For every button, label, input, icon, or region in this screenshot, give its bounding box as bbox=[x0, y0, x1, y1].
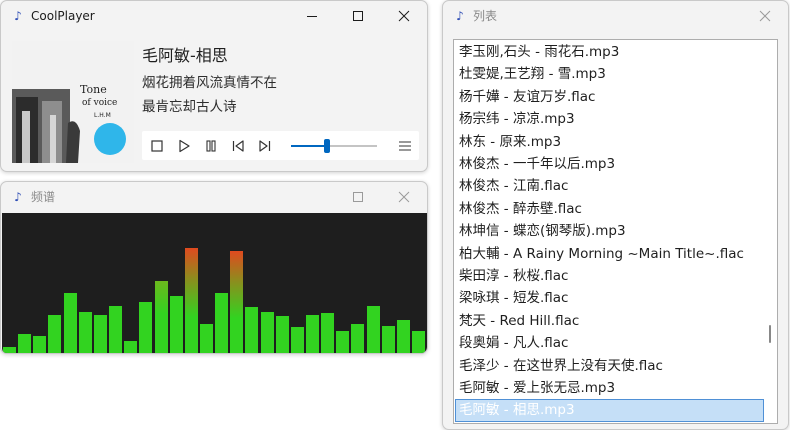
play-button[interactable] bbox=[171, 131, 197, 160]
playlist-item[interactable]: 杜雯媞,王艺翔 - 雪.mp3 bbox=[455, 63, 764, 85]
spectrum-bar bbox=[306, 315, 319, 353]
playback-controls bbox=[142, 131, 419, 160]
hamburger-menu-icon bbox=[399, 141, 411, 151]
spectrum-bar bbox=[351, 324, 365, 353]
spectrum-bar bbox=[230, 251, 244, 353]
spectrum-bar bbox=[3, 347, 16, 353]
playlist-item[interactable]: 柏大輔 - A Rainy Morning ~Main Title~.flac bbox=[455, 243, 764, 265]
playlist-item-selected[interactable]: 毛阿敏 - 相思.mp3 bbox=[455, 399, 764, 422]
next-icon bbox=[259, 140, 271, 152]
spectrum-bar bbox=[321, 313, 335, 353]
spectrum-bar bbox=[412, 331, 426, 353]
music-note-icon: ♪ bbox=[14, 9, 22, 23]
song-title: 毛阿敏-相思 bbox=[142, 46, 228, 65]
seek-fill bbox=[291, 145, 328, 147]
maximize-icon bbox=[353, 11, 363, 21]
previous-icon bbox=[232, 140, 244, 152]
spectrum-bar bbox=[93, 315, 107, 353]
previous-button[interactable] bbox=[225, 131, 251, 160]
scrollbar-thumb[interactable] bbox=[769, 324, 771, 343]
pause-icon bbox=[206, 140, 216, 152]
playlist-item[interactable]: 毛阿敏 - 爱上张无忌.mp3 bbox=[455, 377, 764, 399]
spectrum-bar bbox=[124, 341, 138, 353]
playlist-list[interactable]: 李玉刚,石头 - 雨花石.mp3 杜雯媞,王艺翔 - 雪.mp3 杨千嬅 - 友谊万… bbox=[453, 39, 778, 424]
playlist-item[interactable]: 杨千嬅 - 友谊万岁.flac bbox=[455, 86, 764, 108]
spectrum-bar bbox=[260, 312, 274, 353]
playlist-scrollbar[interactable] bbox=[764, 40, 777, 423]
spectrum-bar bbox=[169, 296, 183, 353]
stop-icon bbox=[151, 140, 163, 152]
spectrum-bar bbox=[154, 281, 168, 353]
cover-text-2: of voice bbox=[82, 98, 117, 108]
player-titlebar[interactable]: ♪ CoolPlayer bbox=[1, 1, 427, 31]
close-icon bbox=[398, 10, 410, 22]
spectrum-bar bbox=[139, 302, 153, 353]
album-cover: Tone of voice L.H.M bbox=[12, 41, 134, 163]
play-icon bbox=[179, 139, 190, 153]
spectrum-visualizer bbox=[2, 213, 427, 353]
playlist-titlebar[interactable]: ♪ 列表 bbox=[443, 1, 788, 31]
spectrum-bar bbox=[48, 315, 62, 353]
spectrum-bar bbox=[109, 306, 123, 353]
menu-button[interactable] bbox=[392, 131, 418, 160]
playlist-item[interactable]: 林坤信 - 蝶恋(钢琴版).mp3 bbox=[455, 220, 764, 242]
seek-thumb[interactable] bbox=[324, 139, 331, 153]
playlist-item[interactable]: 柴田淳 - 秋桜.flac bbox=[455, 265, 764, 287]
player-window-title: CoolPlayer bbox=[31, 9, 95, 23]
close-icon bbox=[759, 10, 771, 22]
player-window: ♪ CoolPlayer Tone of voice L.H.M 毛阿敏-相思 … bbox=[0, 0, 428, 172]
music-note-icon: ♪ bbox=[14, 190, 22, 204]
spectrum-bar bbox=[245, 307, 259, 353]
spectrum-titlebar[interactable]: ♪ 频谱 bbox=[1, 182, 427, 212]
playlist-item[interactable]: 林东 - 原来.mp3 bbox=[455, 131, 764, 153]
playlist-item[interactable]: 林俊杰 - 醉赤壁.flac bbox=[455, 198, 764, 220]
playlist-item[interactable]: 梁咏琪 - 短发.flac bbox=[455, 287, 764, 309]
minimize-button[interactable] bbox=[289, 1, 335, 31]
spectrum-window: ♪ 频谱 bbox=[0, 181, 428, 354]
minimize-icon bbox=[307, 16, 317, 17]
spectrum-bar bbox=[18, 334, 32, 353]
seek-slider[interactable] bbox=[291, 139, 377, 153]
close-icon bbox=[398, 191, 410, 203]
playlist-item[interactable]: 段奥娟 - 凡人.flac bbox=[455, 332, 764, 354]
lyric-line-2: 最肯忘却古人诗 bbox=[142, 99, 237, 115]
spectrum-window-title: 频谱 bbox=[31, 190, 56, 204]
spectrum-bar bbox=[78, 312, 92, 353]
spectrum-bar bbox=[215, 293, 229, 353]
music-note-icon: ♪ bbox=[456, 9, 464, 23]
album-cover-art: Tone of voice L.H.M bbox=[12, 41, 134, 163]
pause-button[interactable] bbox=[198, 131, 224, 160]
spectrum-bar bbox=[366, 306, 380, 353]
maximize-icon bbox=[353, 192, 363, 202]
playlist-item[interactable]: 杨宗纬 - 凉凉.mp3 bbox=[455, 108, 764, 130]
spectrum-bar bbox=[275, 316, 289, 353]
spectrum-bar bbox=[63, 293, 77, 353]
cover-text-3: L.H.M bbox=[94, 112, 111, 119]
spectrum-bar bbox=[396, 320, 410, 353]
playlist-item[interactable]: 李玉刚,石头 - 雨花石.mp3 bbox=[455, 41, 764, 63]
maximize-button[interactable] bbox=[335, 182, 381, 212]
spectrum-bar bbox=[381, 326, 395, 353]
next-button[interactable] bbox=[252, 131, 278, 160]
playlist-item[interactable]: 梵天 - Red Hill.flac bbox=[455, 310, 764, 332]
playlist-item[interactable]: 林俊杰 - 一千年以后.mp3 bbox=[455, 153, 764, 175]
playlist-window-title: 列表 bbox=[473, 9, 498, 23]
spectrum-bar bbox=[184, 248, 198, 353]
cover-text-1: Tone bbox=[80, 83, 107, 96]
maximize-button[interactable] bbox=[335, 1, 381, 31]
spectrum-bar bbox=[199, 324, 213, 353]
playlist-item[interactable]: 毛泽少 - 在这世界上没有天使.flac bbox=[455, 355, 764, 377]
lyric-line-1: 烟花拥着风流真情不在 bbox=[142, 75, 277, 91]
playlist-window: ♪ 列表 李玉刚,石头 - 雨花石.mp3 杜雯媞,王艺翔 - 雪.mp3 杨千嬅 … bbox=[442, 0, 789, 430]
spectrum-bar bbox=[336, 331, 350, 353]
close-button[interactable] bbox=[381, 182, 427, 212]
close-button[interactable] bbox=[381, 1, 427, 31]
spectrum-bar bbox=[33, 336, 47, 353]
close-button[interactable] bbox=[742, 1, 788, 31]
stop-button[interactable] bbox=[144, 131, 170, 160]
playlist-item[interactable]: 林俊杰 - 江南.flac bbox=[455, 175, 764, 197]
spectrum-bar bbox=[290, 327, 304, 353]
